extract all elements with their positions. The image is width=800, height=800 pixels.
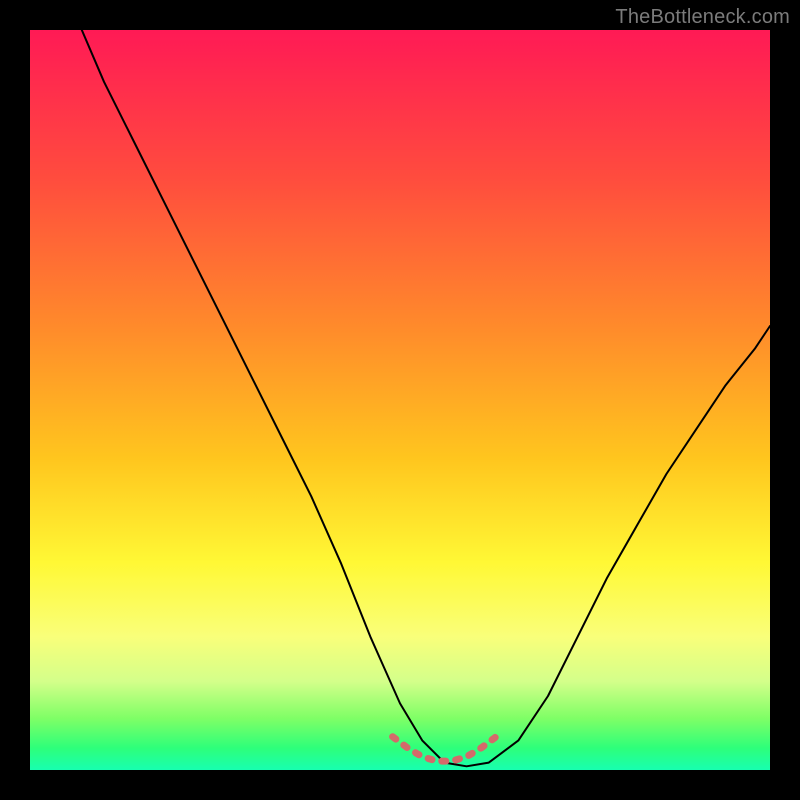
chart-stage: TheBottleneck.com [0,0,800,800]
plot-area [30,30,770,770]
watermark-text: TheBottleneck.com [615,6,790,29]
zero-band-marker [393,737,497,761]
curve-svg [30,30,770,770]
bottleneck-curve [82,30,770,766]
